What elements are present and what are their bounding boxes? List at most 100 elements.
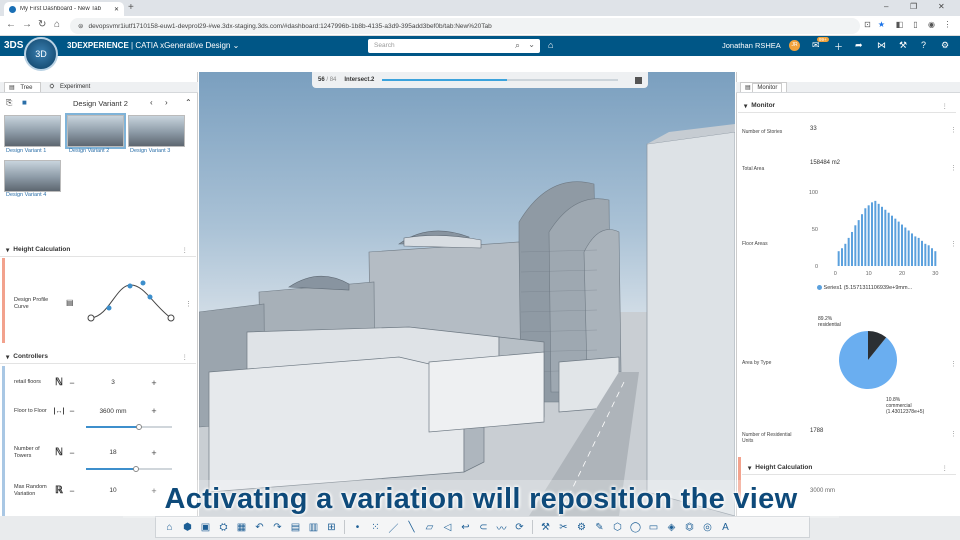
next-variant-icon[interactable]: › [165, 98, 168, 107]
profile-icon[interactable]: ◉ [927, 20, 936, 29]
variant-thumbnail-1[interactable] [4, 115, 61, 147]
search-dropdown-icon[interactable]: ⌄ [528, 40, 535, 49]
metric-kebab-icon[interactable]: ⋮ [950, 164, 957, 172]
sidebar-icon[interactable]: ▯ [911, 20, 920, 29]
toolbar-tool-icon[interactable]: ▤ [288, 522, 303, 533]
new-tab-button[interactable]: + [128, 2, 134, 13]
tools-icon[interactable]: ⚒ [899, 40, 907, 51]
collapse-icon[interactable]: ⌃ [185, 98, 192, 107]
toolbar-tool-icon[interactable]: ◎ [700, 522, 715, 533]
height-calculation-header[interactable]: ▾ Height Calculation ⋮ [0, 243, 196, 257]
toolbar-tool-icon[interactable]: ✎ [592, 522, 607, 533]
floor-to-floor-slider[interactable] [86, 423, 172, 430]
metric-kebab-icon[interactable]: ⋮ [950, 360, 957, 368]
maximize-window-button[interactable]: ❐ [910, 2, 917, 11]
increment-button[interactable]: + [148, 448, 160, 458]
variant-label-3[interactable]: Design Variant 3 [130, 148, 170, 154]
toolbar-tool-icon[interactable]: 〰 [494, 520, 509, 535]
tag-icon[interactable]: ⌂ [548, 40, 553, 50]
controller-value[interactable]: 3 [78, 379, 148, 386]
kebab-menu-icon[interactable]: ⋮ [942, 464, 949, 472]
address-bar[interactable]: ⊜ devopsvmr1iutf1710158-euw1-devprol29-#… [70, 18, 860, 34]
kebab-menu-icon[interactable]: ⋮ [182, 246, 189, 254]
close-tab-icon[interactable]: ✕ [114, 6, 119, 13]
toolbar-tool-icon[interactable]: ↩ [458, 522, 473, 533]
toolbar-tool-icon[interactable]: ⚒ [538, 522, 553, 533]
toolbar-tool-icon[interactable]: ↶ [252, 522, 267, 533]
slider-handle[interactable] [136, 423, 143, 430]
bookmark-star-icon[interactable]: ★ [877, 20, 886, 29]
user-name[interactable]: Jonathan RSHEA [722, 41, 781, 50]
increment-button[interactable]: + [148, 378, 160, 388]
increment-button[interactable]: + [148, 406, 160, 416]
toolbar-tool-icon[interactable]: ⁙ [368, 522, 383, 533]
toolbar-tool-icon[interactable]: ▣ [198, 522, 213, 533]
toolbar-tool-icon[interactable]: ／ [386, 520, 401, 535]
variant-label-1[interactable]: Design Variant 1 [6, 148, 46, 154]
compass-widget[interactable]: 3D [24, 37, 58, 71]
help-icon[interactable]: ? [921, 40, 926, 50]
settings-icon[interactable]: ⚙ [941, 40, 949, 51]
3d-viewport[interactable] [199, 72, 735, 516]
toolbar-tool-icon[interactable]: ⊞ [324, 522, 339, 533]
home-icon[interactable]: ⌂ [54, 19, 60, 30]
metric-kebab-icon[interactable]: ⋮ [950, 430, 957, 438]
share-icon[interactable]: ➦ [855, 40, 863, 51]
metric-kebab-icon[interactable]: ⋮ [950, 240, 957, 248]
area-by-type-pie[interactable] [836, 328, 900, 392]
toolbar-tool-icon[interactable]: ⛭ [216, 522, 231, 533]
controller-value[interactable]: 18 [78, 449, 148, 456]
tab-monitor[interactable]: ▤ Monitor [740, 82, 788, 92]
variant-thumbnail-3[interactable] [128, 115, 185, 147]
stop-computation-button[interactable] [635, 76, 642, 84]
curve-editor-icon[interactable]: ▤ [66, 298, 74, 307]
toolbar-tool-icon[interactable]: ▱ [422, 522, 437, 533]
collapse-section-icon[interactable]: ▾ [744, 102, 747, 110]
variant-label-2[interactable]: Design Variant 2 [69, 148, 109, 154]
avatar[interactable]: JR [789, 40, 800, 51]
toolbar-tool-icon[interactable]: ⬡ [610, 522, 625, 533]
toolbar-tool-icon[interactable]: ▥ [306, 522, 321, 533]
variant-thumbnail-2[interactable] [65, 113, 126, 149]
kebab-menu-icon[interactable]: ⋮ [182, 353, 189, 361]
search-icon[interactable]: ⌕ [515, 40, 520, 51]
decrement-button[interactable]: − [66, 448, 78, 458]
share-page-icon[interactable]: ⊡ [863, 20, 872, 29]
metric-kebab-icon[interactable]: ⋮ [950, 126, 957, 134]
browser-tab[interactable]: My First Dashboard - New Tab ✕ [4, 2, 124, 16]
curve-kebab-icon[interactable]: ⋮ [185, 300, 192, 308]
design-profile-curve[interactable] [84, 276, 180, 326]
toolbar-tool-icon[interactable]: ◯ [628, 522, 643, 533]
decrement-button[interactable]: − [66, 486, 78, 496]
toolbar-tool-icon[interactable]: ▦ [234, 522, 249, 533]
search-input[interactable]: Search ⌕ ⌄ [368, 39, 540, 53]
height-calculation-monitor-header[interactable]: ▾ Height Calculation ⋮ [742, 461, 956, 475]
toolbar-tool-icon[interactable]: ⌂ [162, 522, 177, 533]
controller-value[interactable]: 3600 mm [78, 408, 148, 415]
forward-icon[interactable]: → [22, 19, 32, 30]
toolbar-tool-icon[interactable]: ⟳ [512, 522, 527, 533]
app-title[interactable]: 3DEXPERIENCE | CATIA xGenerative Design … [67, 41, 239, 50]
controllers-header[interactable]: ▾ Controllers ⋮ [0, 350, 196, 364]
minimize-window-button[interactable]: – [884, 2, 888, 11]
decrement-button[interactable]: − [66, 406, 78, 416]
toolbar-tool-icon[interactable]: ↷ [270, 522, 285, 533]
toggle-view-icon[interactable]: ⎘ [6, 98, 12, 108]
tab-tree[interactable]: ▤ Tree [4, 82, 42, 92]
toolbar-tool-icon[interactable]: ⬢ [180, 522, 195, 533]
toolbar-tool-icon[interactable]: ◁ [440, 522, 455, 533]
reload-icon[interactable]: ↻ [38, 19, 46, 30]
variant-label-4[interactable]: Design Variant 4 [6, 192, 46, 198]
previous-variant-icon[interactable]: ‹ [150, 98, 153, 107]
add-icon[interactable]: ＋ [834, 40, 843, 53]
browser-menu-icon[interactable]: ⋮ [943, 20, 952, 29]
collapse-section-icon[interactable]: ▾ [6, 246, 9, 254]
collapse-section-icon[interactable]: ▾ [748, 464, 751, 472]
toolbar-tool-icon[interactable]: ╲ [404, 522, 419, 533]
toolbar-tool-icon[interactable]: ⚙ [574, 522, 589, 533]
slider-handle[interactable] [132, 465, 139, 472]
close-window-button[interactable]: ✕ [938, 2, 945, 11]
toolbar-tool-icon[interactable]: • [350, 522, 365, 533]
decrement-button[interactable]: − [66, 378, 78, 388]
toolbar-tool-icon[interactable]: ⏣ [682, 522, 697, 533]
